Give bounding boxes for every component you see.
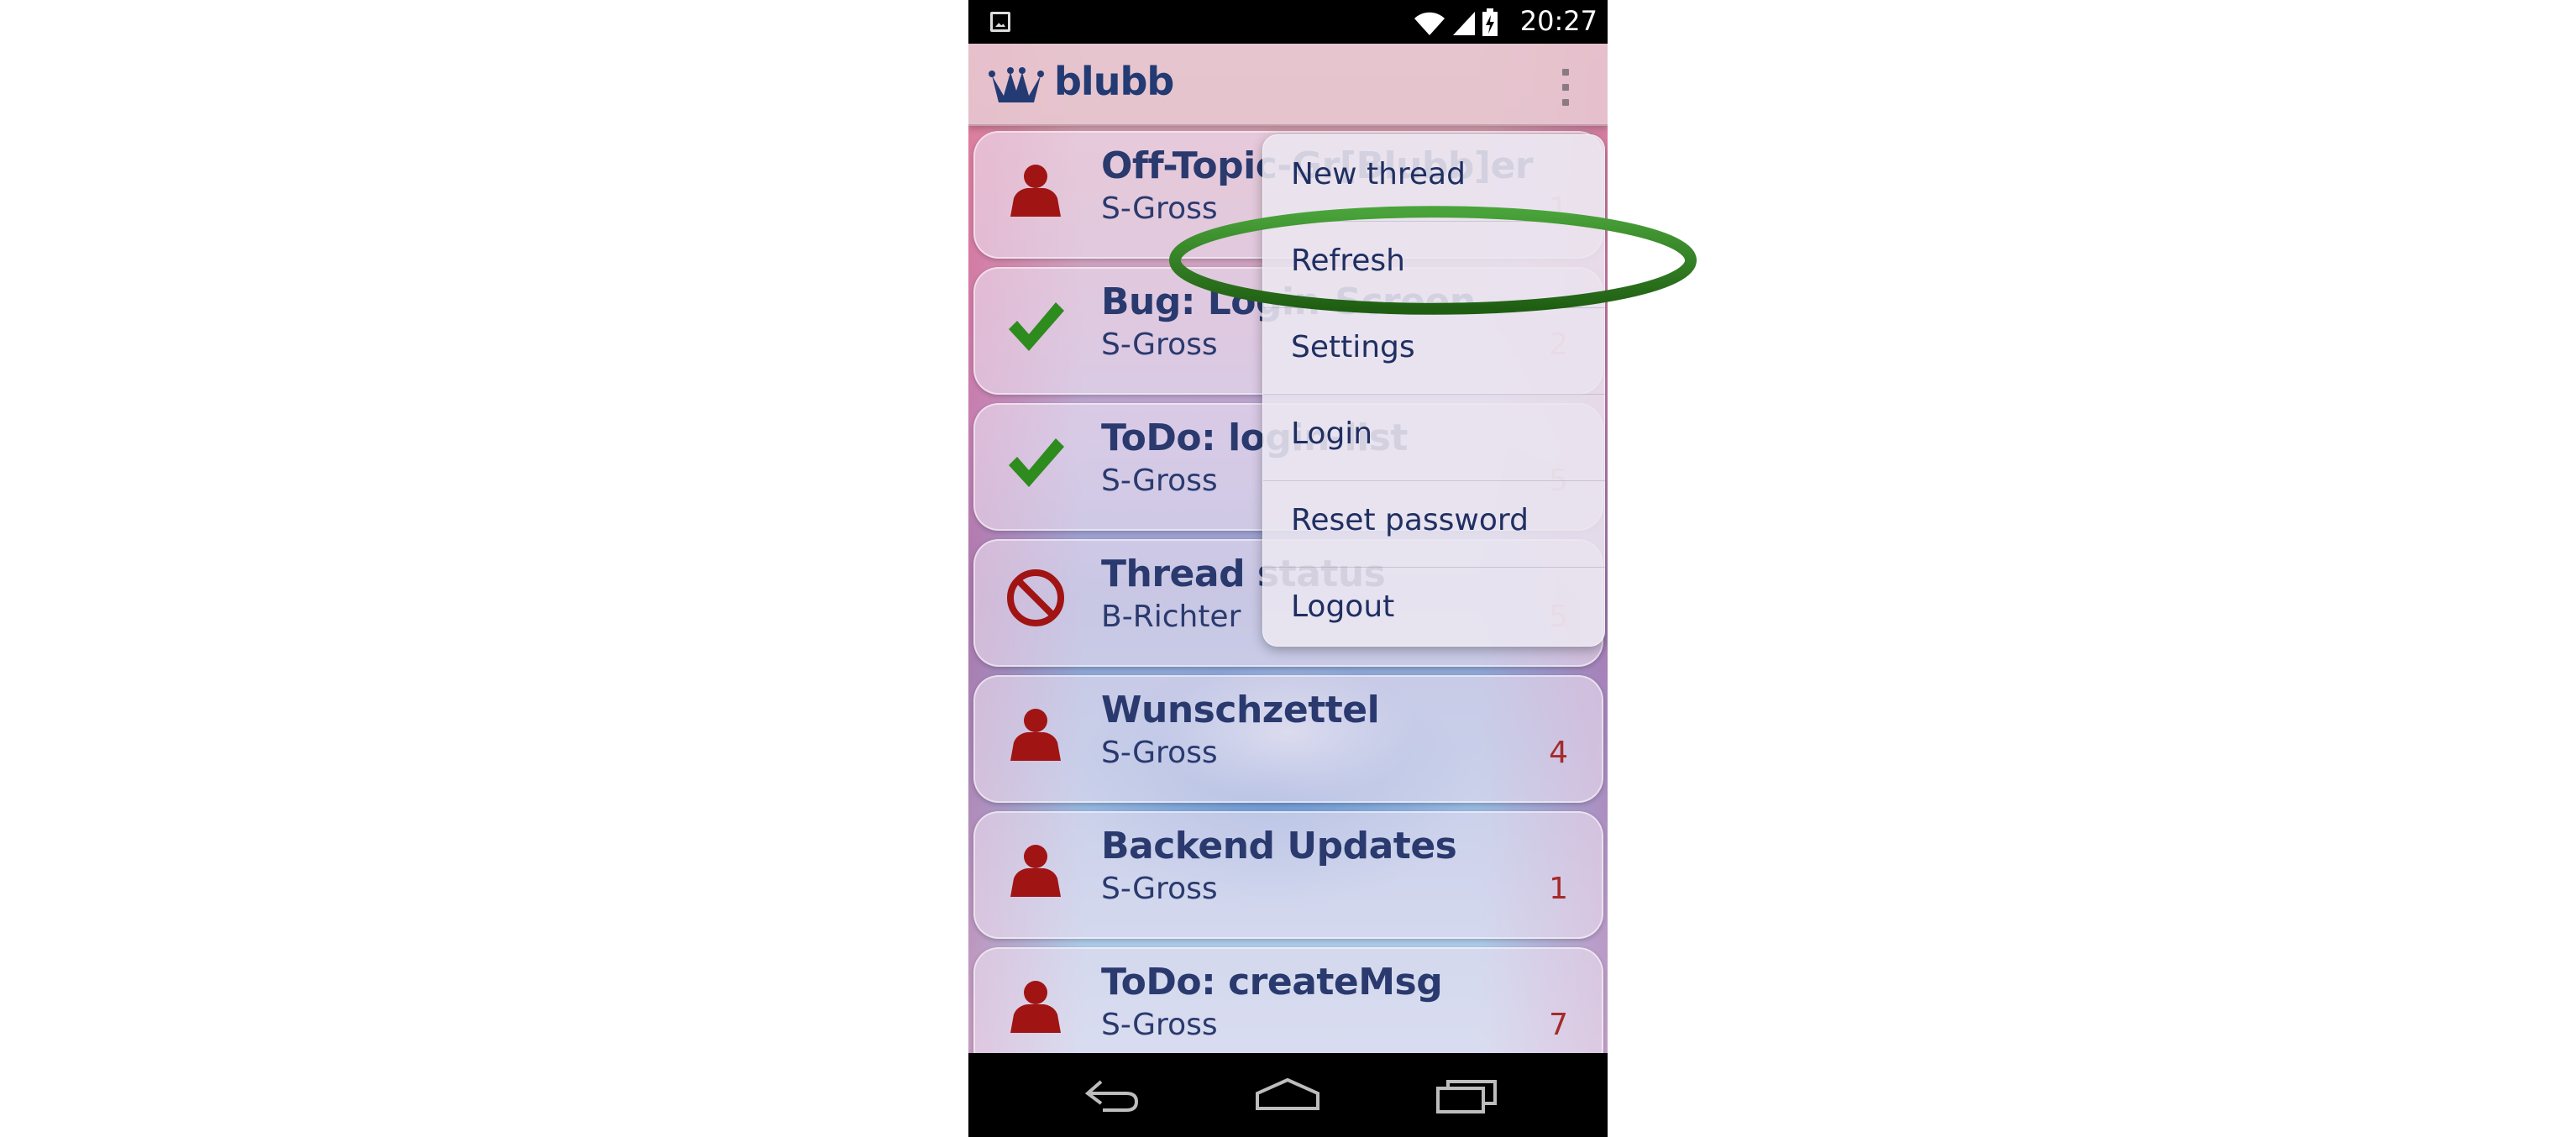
nav-bar bbox=[968, 1053, 1608, 1137]
thread-author: S-Gross bbox=[1101, 191, 1218, 226]
phone-screen: 20:27 blubb Off-Topic-Gr bbox=[968, 0, 1608, 1137]
thread-count: 4 bbox=[1549, 736, 1568, 770]
thread-count: 1 bbox=[1549, 872, 1568, 906]
checkmark-icon bbox=[1009, 302, 1064, 351]
menu-item-new-thread[interactable]: New thread bbox=[1263, 135, 1606, 222]
status-icons bbox=[1413, 8, 1498, 37]
recent-apps-icon[interactable] bbox=[1435, 1075, 1502, 1117]
menu-item-login[interactable]: Login bbox=[1263, 395, 1606, 481]
menu-item-label: Reset password bbox=[1291, 503, 1529, 537]
crown-icon bbox=[989, 67, 1044, 102]
battery-charging-icon bbox=[1482, 8, 1498, 36]
menu-item-label: Refresh bbox=[1291, 244, 1405, 278]
menu-item-reset-password[interactable]: Reset password bbox=[1263, 481, 1606, 568]
action-bar: blubb bbox=[968, 44, 1608, 126]
menu-item-label: New thread bbox=[1291, 157, 1466, 191]
menu-item-label: Login bbox=[1291, 417, 1373, 451]
person-icon bbox=[1010, 709, 1061, 761]
more-vertical-icon[interactable] bbox=[1557, 69, 1574, 106]
back-icon[interactable] bbox=[1078, 1075, 1145, 1117]
checkmark-icon bbox=[1009, 438, 1064, 487]
thread-item[interactable]: Wunschzettel S-Gross 4 bbox=[973, 675, 1603, 803]
thread-author: S-Gross bbox=[1101, 464, 1218, 498]
thread-title: Backend Updates bbox=[1101, 825, 1457, 867]
home-icon[interactable] bbox=[1254, 1075, 1321, 1117]
prohibited-icon bbox=[1007, 569, 1064, 626]
status-clock: 20:27 bbox=[1519, 5, 1598, 37]
person-icon bbox=[1010, 845, 1061, 897]
image-notification-icon bbox=[990, 12, 1010, 32]
thread-author: S-Gross bbox=[1101, 736, 1218, 770]
signal-icon bbox=[1453, 12, 1475, 35]
thread-item[interactable]: Backend Updates S-Gross 1 bbox=[973, 811, 1603, 939]
thread-title: Wunschzettel bbox=[1101, 689, 1380, 731]
app-screen: blubb Off-Topic-Gr[Blubb]er S-Gross 1 bbox=[968, 44, 1608, 1075]
wifi-icon bbox=[1414, 12, 1445, 35]
thread-author: S-Gross bbox=[1101, 872, 1218, 906]
thread-title: ToDo: createMsg bbox=[1101, 961, 1443, 1003]
menu-item-label: Logout bbox=[1291, 589, 1395, 624]
menu-item-label: Settings bbox=[1291, 330, 1415, 364]
thread-author: S-Gross bbox=[1101, 1008, 1218, 1042]
person-icon bbox=[1010, 981, 1061, 1033]
thread-count: 7 bbox=[1549, 1008, 1568, 1042]
menu-item-settings[interactable]: Settings bbox=[1263, 308, 1606, 395]
overflow-menu: New thread Refresh Settings Login Reset … bbox=[1262, 134, 1606, 647]
app-title: blubb bbox=[1054, 59, 1174, 104]
thread-author: B-Richter bbox=[1101, 600, 1241, 634]
status-bar: 20:27 bbox=[968, 0, 1608, 44]
menu-item-logout[interactable]: Logout bbox=[1263, 568, 1606, 654]
person-icon bbox=[1010, 165, 1061, 217]
thread-author: S-Gross bbox=[1101, 327, 1218, 362]
menu-item-refresh[interactable]: Refresh bbox=[1263, 222, 1606, 308]
